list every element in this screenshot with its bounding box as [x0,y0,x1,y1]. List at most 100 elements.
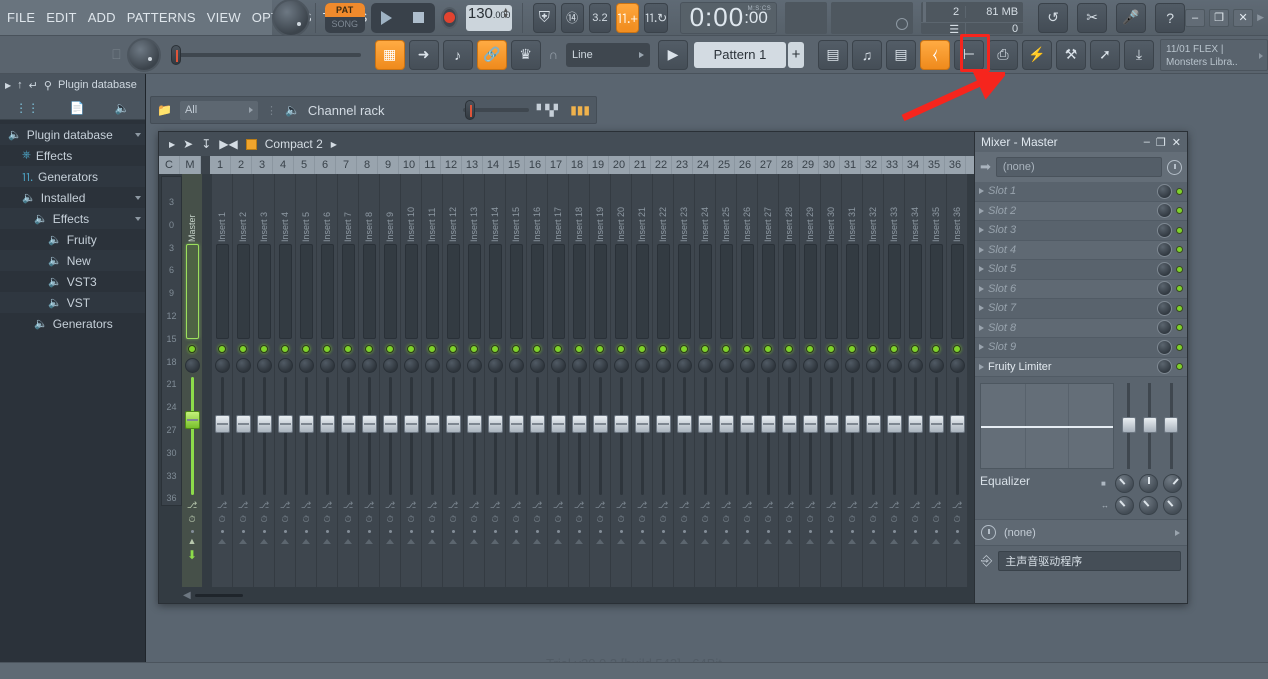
mixer-clock-icon[interactable]: ⏱ [659,514,666,525]
mixer-strip-insert-23[interactable]: Insert 23⎇⏱ [674,174,695,587]
eq-width-mid-knob[interactable] [1139,496,1158,515]
slip-tool-button[interactable]: ♪ [443,40,473,70]
mixer-enable-led[interactable] [638,345,646,353]
effect-mix-knob[interactable] [1157,203,1172,218]
search-icon[interactable]: ⚲ [44,79,52,92]
mixer-pan-knob[interactable] [383,358,398,373]
mixer-clock-icon[interactable]: ⏱ [512,514,519,525]
mixer-enable-led[interactable] [848,345,856,353]
mixer-route-icon[interactable] [617,539,625,544]
mixer-route-icon[interactable] [533,539,541,544]
mixer-route-icon[interactable] [722,539,730,544]
mixer-volume-fader[interactable] [506,377,526,497]
stop-button[interactable] [403,3,435,33]
mixer-volume-fader[interactable] [443,377,463,497]
mixer-enable-led[interactable] [533,345,541,353]
mixer-route-icon[interactable] [239,539,247,544]
typing-keyboard-button[interactable]: ♛ [511,40,541,70]
mixer-strip-insert-28[interactable]: Insert 28⎇⏱ [779,174,800,587]
scrollbar-thumb[interactable] [195,594,243,597]
mixer-track-number-27[interactable]: 27 [756,156,777,174]
mixer-volume-fader[interactable] [695,377,715,497]
mixer-volume-fader[interactable] [800,377,820,497]
mixer-pan-knob[interactable] [425,358,440,373]
master-pitch-slider[interactable] [171,53,361,57]
mixer-track-number-16[interactable]: 16 [525,156,546,174]
mixer-record-arm-icon[interactable]: ⎇ [910,500,920,511]
mixer-pan-knob[interactable] [509,358,524,373]
mixer-volume-fader[interactable] [590,377,610,497]
mixer-volume-fader[interactable] [182,377,202,497]
mixer-pan-knob[interactable] [404,358,419,373]
tempo-field[interactable]: 130 .000 ▲▼ [466,5,512,31]
mixer-volume-fader[interactable] [254,377,274,497]
mixer-pan-knob[interactable] [278,358,293,373]
mixer-track-number-17[interactable]: 17 [546,156,567,174]
mixer-clock-icon[interactable]: ⏱ [554,514,561,525]
speaker-icon[interactable]: 🔈 [115,101,130,115]
mixer-clock-icon[interactable]: ⏱ [743,514,750,525]
mixer-pan-knob[interactable] [887,358,902,373]
mixer-track-number-31[interactable]: 31 [840,156,861,174]
mixer-enable-led[interactable] [449,345,457,353]
time-display[interactable]: 0:00 :00 M:S:CS [680,2,777,34]
save-button[interactable]: ⤓ [1124,40,1154,70]
mixer-record-arm-icon[interactable]: ⎇ [721,500,731,511]
eq-width-high-knob[interactable] [1163,496,1182,515]
mixer-clock-icon[interactable]: ⏱ [701,514,708,525]
mixer-strip-insert-5[interactable]: Insert 5⎇⏱ [296,174,317,587]
mixer-track-number-33[interactable]: 33 [882,156,903,174]
tree-item-generators[interactable]: ⒒ Generators [0,166,145,187]
mixer-clock-icon[interactable]: ⏱ [911,514,918,525]
eq-curve-display[interactable] [980,383,1114,469]
mixer-record-arm-icon[interactable]: ⎇ [616,500,626,511]
mixer-route-icon[interactable] [785,539,793,544]
chevron-down-icon[interactable] [135,217,141,221]
mixer-track-number-28[interactable]: 28 [777,156,798,174]
mixer-pan-knob[interactable] [215,358,230,373]
mixer-record-arm-icon[interactable]: ⎇ [679,500,689,511]
tree-item-installed-generators[interactable]: 🔈 Generators [0,313,145,334]
project-notes-button[interactable]: ⎙ [988,40,1018,70]
mixer-record-arm-icon[interactable]: ⎇ [574,500,584,511]
mixer-record-arm-icon[interactable]: ⎇ [364,500,374,511]
mixer-clock-icon[interactable]: ⏱ [953,514,960,525]
mixer-track-number-3[interactable]: 3 [252,156,273,174]
mixer-enable-led[interactable] [827,345,835,353]
mixer-enable-led[interactable] [554,345,562,353]
effect-slot-10[interactable]: Fruity Limiter [975,358,1187,378]
tree-item-new[interactable]: 🔈 New [0,250,145,271]
effect-enable-led[interactable] [1176,363,1183,370]
mixer-clock-icon[interactable]: ⏱ [638,514,645,525]
mixer-track-number-6[interactable]: 6 [315,156,336,174]
effect-enable-led[interactable] [1176,344,1183,351]
mixer-route-icon[interactable] [428,539,436,544]
mixer-volume-fader[interactable] [212,377,232,497]
mixer-clock-icon[interactable]: ⏱ [386,514,393,525]
mixer-pan-knob[interactable] [530,358,545,373]
mixer-strip-insert-19[interactable]: Insert 19⎇⏱ [590,174,611,587]
menu-item-patterns[interactable]: PATTERNS [126,8,197,27]
mixer-enable-led[interactable] [575,345,583,353]
mixer-clock-icon[interactable]: ⏱ [470,514,477,525]
scroll-left-icon[interactable]: ◀ [183,590,191,601]
mixer-strip-insert-12[interactable]: Insert 12⎇⏱ [443,174,464,587]
equalizer-graph[interactable] [980,383,1182,469]
mixer-route-icon[interactable] [281,539,289,544]
mixer-enable-led[interactable] [743,345,751,353]
mixer-volume-fader[interactable] [821,377,841,497]
add-pattern-button[interactable]: + [788,42,804,68]
mixer-pan-knob[interactable] [488,358,503,373]
waveform-icon[interactable]: ⋮⋮ [15,101,39,115]
mixer-horizontal-scrollbar[interactable]: ◀ [159,587,974,603]
song-mode-label[interactable]: SONG [325,17,365,31]
mixer-record-arm-icon[interactable]: ⎇ [826,500,836,511]
scissors-icon[interactable]: ✂ [1077,3,1107,33]
mixer-strip-insert-20[interactable]: Insert 20⎇⏱ [611,174,632,587]
eq-width-low-knob[interactable] [1115,496,1134,515]
square-icon[interactable] [246,139,257,150]
mixer-strip-insert-24[interactable]: Insert 24⎇⏱ [695,174,716,587]
chevron-right-icon[interactable] [979,325,984,331]
effect-slot-7[interactable]: Slot 7 [975,299,1187,319]
help-icon[interactable]: ? [1155,3,1185,33]
